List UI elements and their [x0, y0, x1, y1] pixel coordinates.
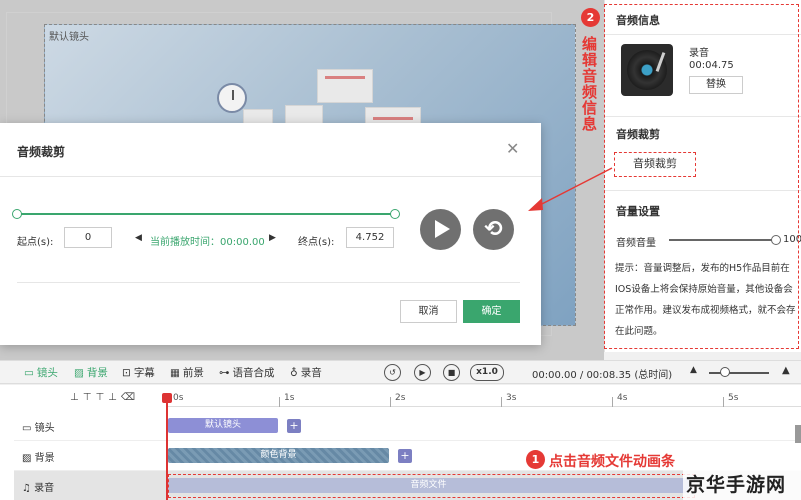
- step-1-text: 点击音频文件动画条: [549, 454, 675, 470]
- track-label-text: 背景: [34, 453, 55, 464]
- zoom-out-icon[interactable]: ▲: [690, 365, 697, 375]
- toolbar-label: 录音: [300, 367, 322, 379]
- track-label-text: 录音: [34, 483, 55, 494]
- speed-button[interactable]: x1.0: [470, 364, 504, 381]
- toolbar-item-camera[interactable]: ▭ 镜头: [24, 365, 58, 380]
- subtitle-icon: ⊡: [122, 367, 131, 379]
- prev-arrow-icon[interactable]: ◀: [135, 233, 142, 243]
- next-arrow-icon[interactable]: ▶: [269, 233, 276, 243]
- tick: [501, 397, 502, 407]
- tick-label: 3s: [506, 393, 517, 403]
- step-1-marker: 1: [526, 450, 545, 469]
- tick: [279, 397, 280, 407]
- voice-synth-icon: ⊶: [219, 367, 230, 379]
- divider: [17, 282, 520, 283]
- timeline-play-button[interactable]: ▶: [414, 364, 431, 381]
- trim-end-handle[interactable]: [390, 209, 400, 219]
- audio-crop-dialog: 音频裁剪 ✕ 起点(s): ◀ 当前播放时间：00:00.00 ▶ 终点(s):…: [0, 123, 541, 345]
- sprite-card[interactable]: [285, 105, 323, 125]
- zoom-slider-track[interactable]: [709, 372, 769, 374]
- track-row-camera: [14, 411, 801, 441]
- tick-label: 1s: [284, 393, 295, 403]
- tick-label: 2s: [395, 393, 406, 403]
- camera-icon: ▭: [24, 367, 34, 379]
- clip-background[interactable]: 颜色背景: [168, 448, 389, 463]
- camera-icon: ▭: [22, 423, 35, 434]
- annotation-outline-audio-clip: [168, 474, 695, 498]
- toolbar-label: 镜头: [36, 367, 58, 379]
- time-ruler[interactable]: 0s 1s 2s 3s 4s 5s: [168, 385, 801, 407]
- tick: [390, 397, 391, 407]
- toolbar-item-background[interactable]: ▨ 背景: [74, 365, 108, 380]
- cancel-button[interactable]: 取消: [400, 300, 457, 323]
- toolbar-item-voice-synth[interactable]: ⊶ 语音合成: [219, 365, 275, 380]
- dialog-title: 音频裁剪: [17, 145, 66, 159]
- toolbar-label: 字幕: [133, 367, 155, 379]
- align-top-icon[interactable]: ⊤: [83, 392, 96, 403]
- zoom-in-icon[interactable]: ▲: [782, 365, 790, 376]
- confirm-button[interactable]: 确定: [463, 300, 520, 323]
- clip-camera[interactable]: 默认镜头: [168, 418, 278, 433]
- step-2-text: 编辑音频信息: [582, 35, 598, 133]
- step-2-marker: 2: [581, 8, 600, 27]
- music-note-icon: ♫: [22, 483, 35, 494]
- toolbar-item-subtitle[interactable]: ⊡ 字幕: [122, 365, 155, 380]
- track-label-text: 镜头: [34, 423, 55, 434]
- toolbar-label: 背景: [86, 367, 108, 379]
- close-icon[interactable]: ✕: [506, 139, 519, 158]
- reset-icon: ⟲: [484, 217, 503, 242]
- sprite-red-strip: [373, 117, 413, 120]
- grid-icon: ▦: [170, 367, 180, 379]
- align-icon[interactable]: ⊤: [95, 392, 108, 403]
- toolbar-label: 前景: [182, 367, 204, 379]
- trim-start-handle[interactable]: [12, 209, 22, 219]
- tick: [723, 397, 724, 407]
- tick: [612, 397, 613, 407]
- track-label-camera: ▭ 镜头: [22, 419, 55, 434]
- tick-label: 0s: [173, 393, 184, 403]
- reset-button[interactable]: ⟲: [473, 209, 514, 250]
- toolbar-item-foreground[interactable]: ▦ 前景: [170, 365, 204, 380]
- image-icon: ▨: [74, 367, 84, 379]
- play-icon: ▶: [419, 368, 426, 377]
- play-button[interactable]: [420, 209, 461, 250]
- toolbar-item-record[interactable]: ♁ 录音: [290, 365, 322, 380]
- trim-range-track[interactable]: [17, 213, 395, 215]
- align-bottom-icon[interactable]: ⊥: [70, 392, 83, 403]
- timeline-tools: ⊥⊤⊤⊥⌫: [70, 392, 139, 403]
- timeline-scrollbar[interactable]: [795, 425, 801, 443]
- toolbar-label: 语音合成: [232, 367, 275, 379]
- divider: [0, 176, 541, 177]
- timeline-toolbar: ▭ 镜头 ▨ 背景 ⊡ 字幕 ▦ 前景 ⊶ 语音合成 ♁ 录音 ↺ ▶ ■ x1.0 00:…: [0, 360, 801, 384]
- stage-label: 默认镜头: [49, 32, 89, 43]
- mic-icon: ♁: [290, 367, 298, 379]
- sprite-red-strip: [325, 76, 365, 79]
- stop-icon: ■: [447, 368, 456, 377]
- tick-label: 4s: [617, 393, 628, 403]
- start-input[interactable]: [64, 227, 112, 248]
- align-icon[interactable]: ⊥: [108, 392, 121, 403]
- current-time: 当前播放时间：00:00.00: [150, 237, 265, 248]
- end-input[interactable]: [346, 227, 394, 248]
- time-readout: 00:00.00 / 00:08.35 (总时间): [532, 370, 673, 381]
- delete-icon[interactable]: ⌫: [121, 392, 139, 403]
- start-label: 起点(s):: [17, 237, 54, 248]
- track-label-background: ▨ 背景: [22, 449, 55, 464]
- image-icon: ▨: [22, 453, 35, 464]
- tick-label: 5s: [728, 393, 739, 403]
- add-camera-button[interactable]: +: [287, 419, 301, 433]
- end-label: 终点(s):: [298, 237, 335, 248]
- replay-button[interactable]: ↺: [384, 364, 401, 381]
- add-background-button[interactable]: +: [398, 449, 412, 463]
- watermark-text: 京华手游网: [686, 474, 787, 496]
- sprite-card[interactable]: [317, 69, 373, 103]
- zoom-slider-handle[interactable]: [720, 367, 730, 377]
- annotation-outline-right-panel: [604, 4, 799, 349]
- play-icon: [435, 220, 450, 238]
- track-label-record: ♫ 录音: [22, 479, 54, 494]
- replay-icon: ↺: [389, 368, 396, 377]
- stop-button[interactable]: ■: [443, 364, 460, 381]
